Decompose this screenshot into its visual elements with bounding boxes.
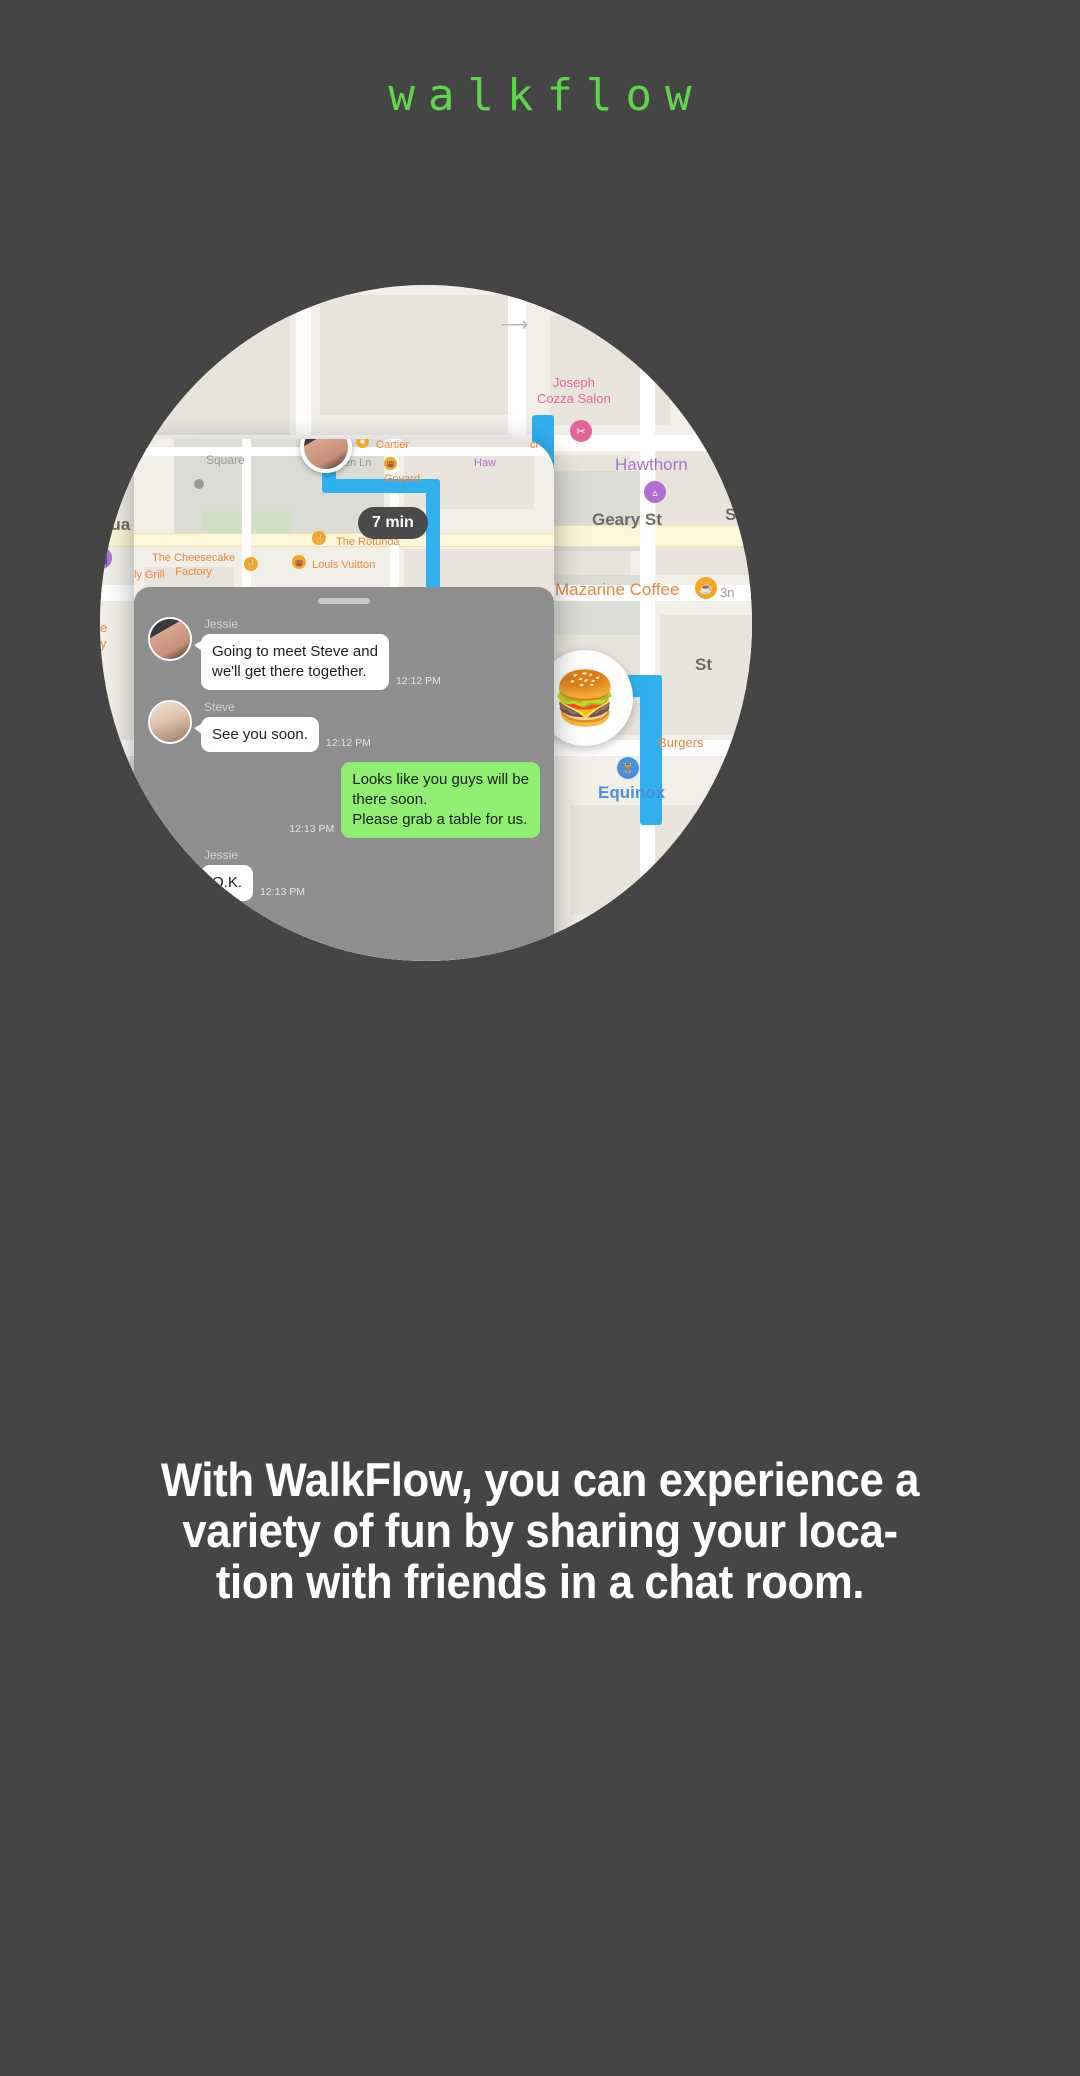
- message-sender: Steve: [204, 910, 235, 925]
- restaurant-pin-icon-2: 🍴: [312, 531, 326, 545]
- map-label: St: [695, 655, 712, 674]
- message-bubble: See you soon.: [194, 716, 319, 753]
- chat-message: 12:13 PM Looks like you guys will be the…: [148, 762, 540, 838]
- salon-pin-icon: ✂: [570, 420, 592, 442]
- bar-pin-icon: ♿: [100, 547, 112, 569]
- map-label: Geary St: [592, 510, 662, 529]
- avatar[interactable]: [148, 617, 192, 661]
- message-time: 12:13 PM: [260, 885, 305, 898]
- chat-message: Steve See you soon. 12:12 PM: [148, 699, 540, 753]
- map-label: ly Grill: [134, 569, 165, 581]
- sheet-grabber[interactable]: [318, 598, 370, 604]
- bag-pin-icon-2: 👜: [292, 555, 306, 569]
- hero-circle: ⟶ ⟵ ⟵ Brite Joseph Cozza Salon ✂ Hawthor…: [100, 285, 752, 961]
- map-label: Goyard: [384, 473, 421, 485]
- message-time: 12:12 PM: [325, 737, 371, 750]
- caption-text: With WalkFlow, you can experience a vari…: [94, 1453, 987, 1608]
- message-time: 12:12 PM: [395, 674, 441, 687]
- message-bubble: O.K.: [193, 864, 254, 901]
- brand-header: walkflow: [0, 70, 1080, 121]
- chat-sheet: Jessie Going to meet Steve and we'll get…: [134, 587, 554, 961]
- shop-pin-icon: ▵: [644, 481, 666, 503]
- message-sender: Jessie: [204, 617, 239, 631]
- message-time: 12:13 PM: [278, 948, 324, 961]
- bag-pin-icon: 👜: [384, 457, 397, 470]
- map-label: Joseph Cozza Salon: [537, 375, 611, 407]
- message-bubble: Gotcha: [193, 927, 272, 961]
- coffee-pin-icon: ☕: [695, 577, 717, 599]
- map-label: e y: [100, 620, 108, 651]
- chat-list[interactable]: Jessie Going to meet Steve and we'll get…: [134, 611, 554, 961]
- message-bubble: Looks like you guys will be there soon. …: [341, 762, 540, 838]
- caption-line-3: tion with friends in a chat room.: [215, 1554, 865, 1608]
- gym-pin-icon: 🏋: [617, 757, 639, 779]
- map-label: Mazarine Coffee: [555, 580, 680, 599]
- caption-line-1: With WalkFlow, you can experience a: [160, 1453, 920, 1506]
- map-label: Burgers: [658, 735, 704, 750]
- map-label: Cartier: [376, 439, 410, 451]
- restaurant-pin-icon: 🍴: [244, 557, 258, 571]
- phone-mockup: Square Cartier ■ Maiden Ln Goyard 👜 Haw …: [134, 439, 554, 961]
- map-label: 3n: [720, 585, 735, 600]
- avatar[interactable]: [148, 847, 192, 892]
- eta-badge: 7 min: [358, 507, 428, 539]
- map-label: Sa: [725, 505, 746, 524]
- app-logo: walkflow: [388, 70, 705, 121]
- map-label: Hawthorn: [615, 455, 688, 474]
- chat-message: Jessie O.K. 12:13 PM: [148, 847, 540, 901]
- chat-message: Steve Gotcha 12:13 PM: [148, 910, 540, 961]
- map-label: Square: [206, 453, 245, 467]
- phone-map[interactable]: Square Cartier ■ Maiden Ln Goyard 👜 Haw …: [134, 439, 554, 609]
- map-label: ci: [530, 439, 538, 451]
- map-label: Brite: [690, 297, 717, 312]
- map-label: qua: [100, 515, 131, 534]
- caption-line-2: variety of fun by sharing your loca-: [182, 1503, 898, 1557]
- message-sender: Jessie: [204, 847, 239, 862]
- map-label: Haw: [474, 457, 497, 469]
- message-sender: Steve: [204, 699, 235, 714]
- message-time: 12:13 PM: [289, 822, 335, 835]
- map-label: Louis Vuitton: [312, 559, 376, 571]
- avatar[interactable]: [148, 910, 192, 955]
- avatar[interactable]: [148, 699, 192, 744]
- chat-message: Jessie Going to meet Steve and we'll get…: [148, 617, 540, 690]
- map-label: Equinox: [598, 783, 666, 802]
- message-bubble: Going to meet Steve and we'll get there …: [194, 634, 389, 690]
- dot-marker-icon: [194, 479, 204, 489]
